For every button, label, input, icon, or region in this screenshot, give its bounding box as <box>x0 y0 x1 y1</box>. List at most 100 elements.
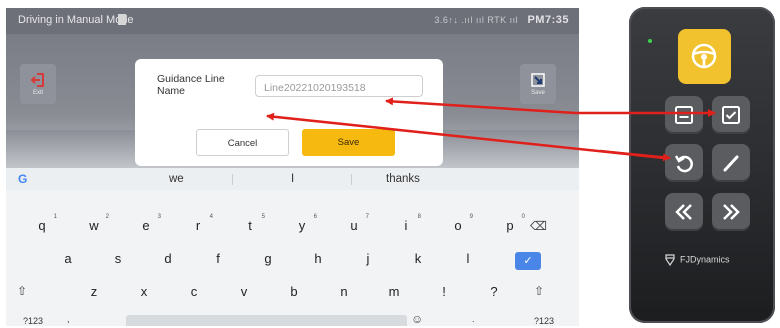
key-r[interactable]: r4 <box>185 214 213 233</box>
key-a[interactable]: a <box>55 251 81 266</box>
steering-wheel-icon <box>691 43 717 69</box>
auto-steer-button[interactable] <box>678 29 731 84</box>
key-q[interactable]: q1 <box>29 214 57 233</box>
guidance-line-name-input[interactable] <box>255 75 423 97</box>
key-hint: 3 <box>157 214 161 220</box>
key-6[interactable]: m <box>381 284 407 299</box>
key-d[interactable]: d <box>155 251 181 266</box>
key-hint: 0 <box>521 214 525 220</box>
enter-key[interactable]: ✓ <box>515 252 541 270</box>
key-4[interactable]: b <box>281 284 307 299</box>
key-hint: 9 <box>469 214 473 220</box>
key-label: y <box>298 218 306 233</box>
save-icon <box>531 73 545 87</box>
key-label: m <box>388 284 400 299</box>
space-bar[interactable] <box>126 315 407 326</box>
key-5[interactable]: n <box>331 284 357 299</box>
period-key[interactable]: . <box>472 314 475 324</box>
exit-button[interactable]: Exit <box>20 64 56 104</box>
suggestion-1[interactable]: I <box>291 173 294 185</box>
key-j[interactable]: j <box>355 251 381 266</box>
key-label: a <box>64 251 72 266</box>
emoji-icon[interactable]: ☺ <box>411 312 423 326</box>
line-icon <box>723 155 739 172</box>
key-label: g <box>264 251 272 266</box>
key-hint: 5 <box>261 214 265 220</box>
key-label: c <box>190 284 198 299</box>
save-button[interactable]: Save <box>302 129 395 156</box>
key-f[interactable]: f <box>205 251 231 266</box>
suggestion-0[interactable]: we <box>169 173 184 185</box>
symbols-key[interactable]: ?123 <box>23 316 43 326</box>
shift-left-button[interactable] <box>665 193 703 231</box>
symbols-key-right[interactable]: ?123 <box>534 316 554 326</box>
brand-icon <box>665 254 675 266</box>
key-label: n <box>340 284 348 299</box>
key-label: x <box>140 284 148 299</box>
key-1[interactable]: x <box>131 284 157 299</box>
key-hint: 1 <box>53 214 57 220</box>
key-y[interactable]: y6 <box>289 214 317 233</box>
comma-key[interactable]: , <box>67 314 70 324</box>
status-led <box>648 39 652 43</box>
key-label: p <box>506 218 514 233</box>
tablet-screen: Driving in Manual Mode 3.6↑↓ .ııl ııl RT… <box>6 8 579 326</box>
key-3[interactable]: v <box>231 284 257 299</box>
shift-right-button[interactable] <box>712 193 750 231</box>
back-button[interactable] <box>665 144 703 182</box>
key-w[interactable]: w2 <box>81 214 109 233</box>
key-e[interactable]: e3 <box>133 214 161 233</box>
key-hint: 8 <box>417 214 421 220</box>
key-hint: 4 <box>209 214 213 220</box>
key-label: i <box>404 218 408 233</box>
exit-label: Exit <box>32 90 43 96</box>
key-0[interactable]: z <box>81 284 107 299</box>
key-label: ! <box>442 284 446 299</box>
suggestion-2[interactable]: thanks <box>386 173 420 185</box>
confirm-button[interactable] <box>712 96 750 134</box>
status-indicators: 3.6↑↓ .ııl ııl RTK ııl PM7:35 <box>434 14 569 26</box>
guidance-line-name-label: Guidance Line Name <box>157 73 225 97</box>
key-label: t <box>248 218 252 233</box>
key-label: q <box>38 218 46 233</box>
key-8[interactable]: ? <box>481 284 507 299</box>
key-label: v <box>240 284 248 299</box>
key-label: z <box>90 284 98 299</box>
undo-icon <box>674 155 693 173</box>
list-button[interactable] <box>665 96 703 134</box>
google-icon[interactable]: G <box>18 172 27 186</box>
key-p[interactable]: p0 <box>497 214 525 233</box>
key-s[interactable]: s <box>105 251 131 266</box>
shift-right-icon[interactable]: ⇧ <box>534 284 544 298</box>
key-g[interactable]: g <box>255 251 281 266</box>
key-u[interactable]: u7 <box>341 214 369 233</box>
key-label: ? <box>490 284 498 299</box>
key-label: b <box>290 284 298 299</box>
suggestion-bar: G we I thanks <box>6 168 579 190</box>
key-h[interactable]: h <box>305 251 331 266</box>
key-k[interactable]: k <box>405 251 431 266</box>
key-i[interactable]: i8 <box>393 214 421 233</box>
save-tile-button[interactable]: Save <box>520 64 556 104</box>
key-label: s <box>114 251 122 266</box>
key-label: u <box>350 218 358 233</box>
onscreen-keyboard: G we I thanks q1w2e3r4t5y6u7i8o9p0 asdfg… <box>6 168 579 326</box>
key-label: o <box>454 218 462 233</box>
key-label: e <box>142 218 150 233</box>
signal-icon: 3.6↑↓ .ııl ııl RTK ııl <box>434 15 519 25</box>
key-t[interactable]: t5 <box>237 214 265 233</box>
checkbox-icon <box>722 106 740 124</box>
double-chevron-right-icon <box>723 204 740 220</box>
double-chevron-left-icon <box>675 204 692 220</box>
key-o[interactable]: o9 <box>445 214 473 233</box>
guidance-line-button[interactable] <box>712 144 750 182</box>
checkmark-icon: ✓ <box>523 255 533 267</box>
backspace-icon[interactable]: ⌫ <box>530 219 547 233</box>
key-7[interactable]: ! <box>431 284 457 299</box>
key-hint: 7 <box>365 214 369 220</box>
key-l[interactable]: l <box>455 251 481 266</box>
status-title: Driving in Manual Mode <box>18 14 134 26</box>
shift-left-icon[interactable]: ⇧ <box>17 284 27 298</box>
cancel-button[interactable]: Cancel <box>196 129 289 156</box>
key-2[interactable]: c <box>181 284 207 299</box>
